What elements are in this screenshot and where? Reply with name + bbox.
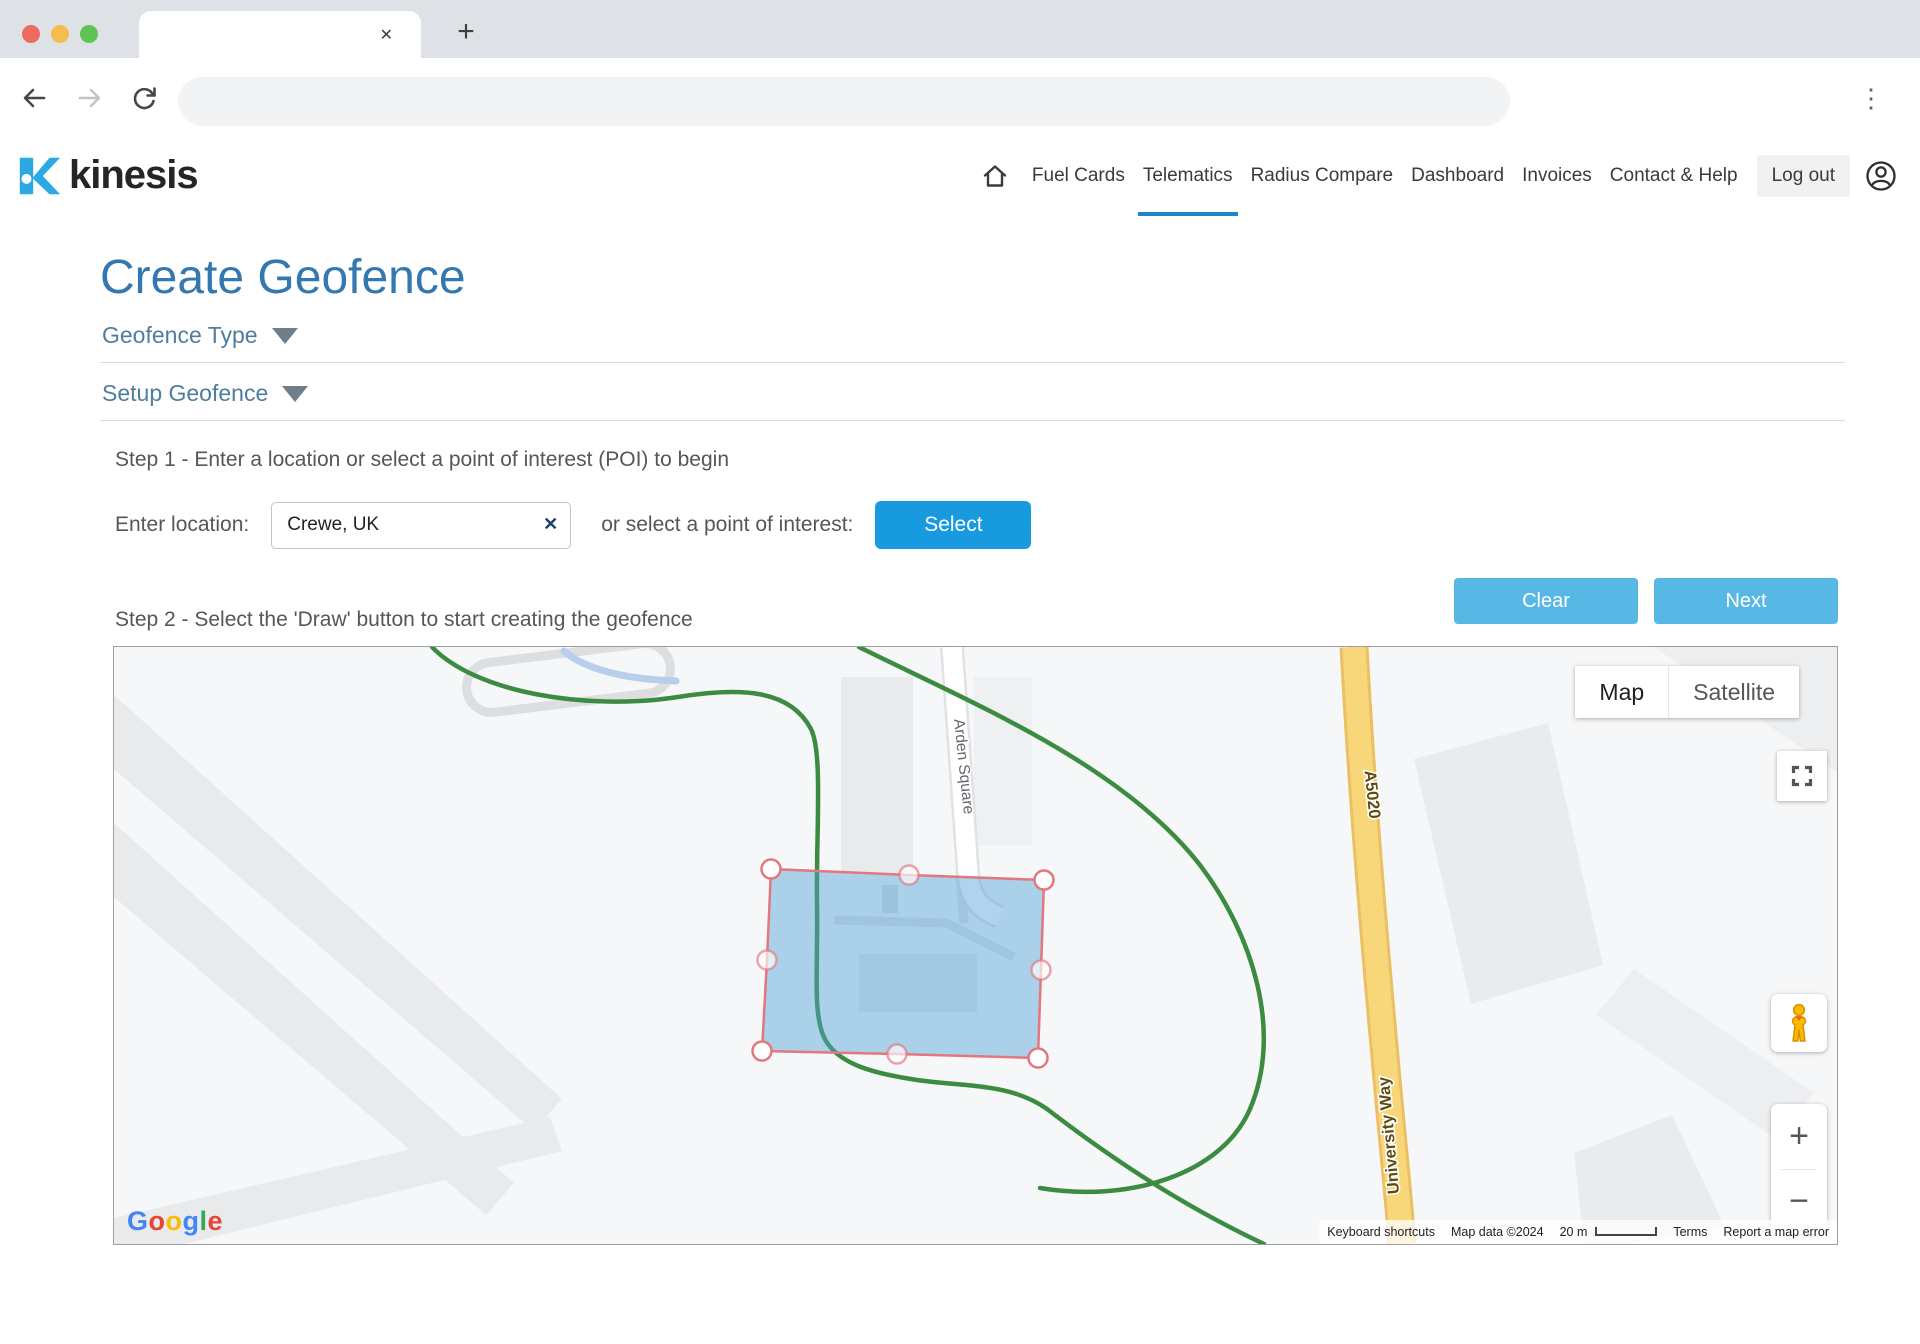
clear-location-icon[interactable]: ✕	[543, 514, 558, 535]
forward-icon[interactable]	[72, 80, 108, 116]
browser-toolbar: ⋮	[0, 58, 1920, 135]
google-letter: G	[127, 1206, 149, 1236]
next-button[interactable]: Next	[1654, 578, 1838, 624]
report-map-error-link[interactable]: Report a map error	[1715, 1220, 1837, 1244]
url-bar[interactable]	[178, 77, 1510, 126]
geofence-midpoint-handle[interactable]	[888, 1045, 907, 1064]
maximize-window-button[interactable]	[80, 25, 98, 43]
geofence-polygon[interactable]	[753, 860, 1054, 1068]
map-canvas[interactable]: Arden Square A5020 University Way	[114, 647, 1837, 1244]
scale-bar	[1595, 1227, 1657, 1236]
main-nav: Fuel Cards Telematics Radius Compare Das…	[975, 135, 1898, 216]
select-poi-button[interactable]: Select	[875, 501, 1031, 549]
section-label: Geofence Type	[102, 322, 258, 349]
terms-link[interactable]: Terms	[1665, 1220, 1715, 1244]
logout-button[interactable]: Log out	[1757, 155, 1850, 197]
location-row: Enter location: ✕ or select a point of i…	[115, 501, 1845, 549]
close-window-button[interactable]	[22, 25, 40, 43]
map-container[interactable]: Arden Square A5020 University Way Map Sa…	[113, 646, 1838, 1245]
google-letter: g	[183, 1206, 200, 1236]
map-type-map-button[interactable]: Map	[1575, 666, 1668, 718]
kinesis-logo-icon	[15, 153, 61, 199]
chevron-down-icon	[282, 386, 308, 402]
window-controls	[22, 25, 98, 43]
map-building	[974, 677, 1032, 845]
page-title: Create Geofence	[100, 250, 1845, 305]
nav-item-fuel-cards[interactable]: Fuel Cards	[1023, 135, 1134, 216]
poi-label: or select a point of interest:	[601, 513, 853, 537]
minimize-window-button[interactable]	[51, 25, 69, 43]
keyboard-shortcuts-link[interactable]: Keyboard shortcuts	[1319, 1220, 1443, 1244]
zoom-control: + −	[1771, 1104, 1827, 1234]
map-type-control: Map Satellite	[1575, 666, 1799, 718]
nav-item-dashboard[interactable]: Dashboard	[1402, 135, 1513, 216]
section-toggle-geofence-type[interactable]: Geofence Type	[100, 305, 1845, 362]
geofence-midpoint-handle[interactable]	[758, 951, 777, 970]
scale-label: 20 m	[1560, 1225, 1588, 1239]
tab-close-icon[interactable]: ✕	[380, 25, 393, 45]
nav-home-icon[interactable]	[975, 135, 1023, 216]
geofence-midpoint-handle[interactable]	[1032, 961, 1051, 980]
site-header: kinesis Fuel Cards Telematics Radius Com…	[0, 135, 1920, 216]
browser-tabstrip: ✕ +	[0, 0, 1920, 58]
map-type-satellite-button[interactable]: Satellite	[1668, 666, 1799, 718]
enter-location-label: Enter location:	[115, 513, 249, 537]
zoom-in-button[interactable]: +	[1771, 1104, 1827, 1169]
fullscreen-icon	[1790, 764, 1814, 788]
nav-item-contact-help[interactable]: Contact & Help	[1601, 135, 1747, 216]
google-letter: o	[149, 1206, 166, 1236]
geofence-vertex-handle[interactable]	[753, 1042, 772, 1061]
google-letter: l	[200, 1206, 208, 1236]
google-letter: o	[166, 1206, 183, 1236]
nav-item-radius-compare[interactable]: Radius Compare	[1242, 135, 1403, 216]
back-icon[interactable]	[16, 80, 52, 116]
step1-instruction: Step 1 - Enter a location or select a po…	[115, 448, 1845, 472]
geofence-vertex-handle[interactable]	[1029, 1049, 1048, 1068]
section-label: Setup Geofence	[102, 380, 268, 407]
reload-icon[interactable]	[126, 80, 162, 116]
account-icon[interactable]	[1864, 159, 1898, 193]
geofence-midpoint-handle[interactable]	[900, 866, 919, 885]
browser-menu-icon[interactable]: ⋮	[1858, 80, 1884, 116]
main-content: Create Geofence Geofence Type Setup Geof…	[0, 250, 1920, 1245]
divider	[100, 420, 1845, 421]
geofence-vertex-handle[interactable]	[1035, 871, 1054, 890]
pegman-button[interactable]	[1771, 994, 1827, 1052]
browser-tab[interactable]: ✕	[139, 11, 421, 58]
chevron-down-icon	[272, 328, 298, 344]
kinesis-logo[interactable]: kinesis	[15, 153, 198, 199]
google-logo[interactable]: Google	[127, 1206, 223, 1237]
geofence-vertex-handle[interactable]	[762, 860, 781, 879]
fullscreen-button[interactable]	[1777, 751, 1827, 801]
clear-button[interactable]: Clear	[1454, 578, 1638, 624]
nav-item-invoices[interactable]: Invoices	[1513, 135, 1601, 216]
nav-item-telematics[interactable]: Telematics	[1134, 135, 1242, 216]
new-tab-button[interactable]: +	[446, 12, 486, 52]
map-data-label: Map data ©2024	[1443, 1220, 1552, 1244]
map-scale: 20 m	[1552, 1220, 1666, 1244]
section-toggle-setup-geofence[interactable]: Setup Geofence	[100, 363, 1845, 420]
map-building	[841, 677, 913, 873]
pegman-icon	[1786, 1003, 1812, 1043]
brand-name: kinesis	[69, 153, 198, 198]
location-input[interactable]	[271, 502, 571, 549]
google-letter: e	[208, 1206, 224, 1236]
map-attribution: Keyboard shortcuts Map data ©2024 20 m T…	[1319, 1220, 1837, 1244]
